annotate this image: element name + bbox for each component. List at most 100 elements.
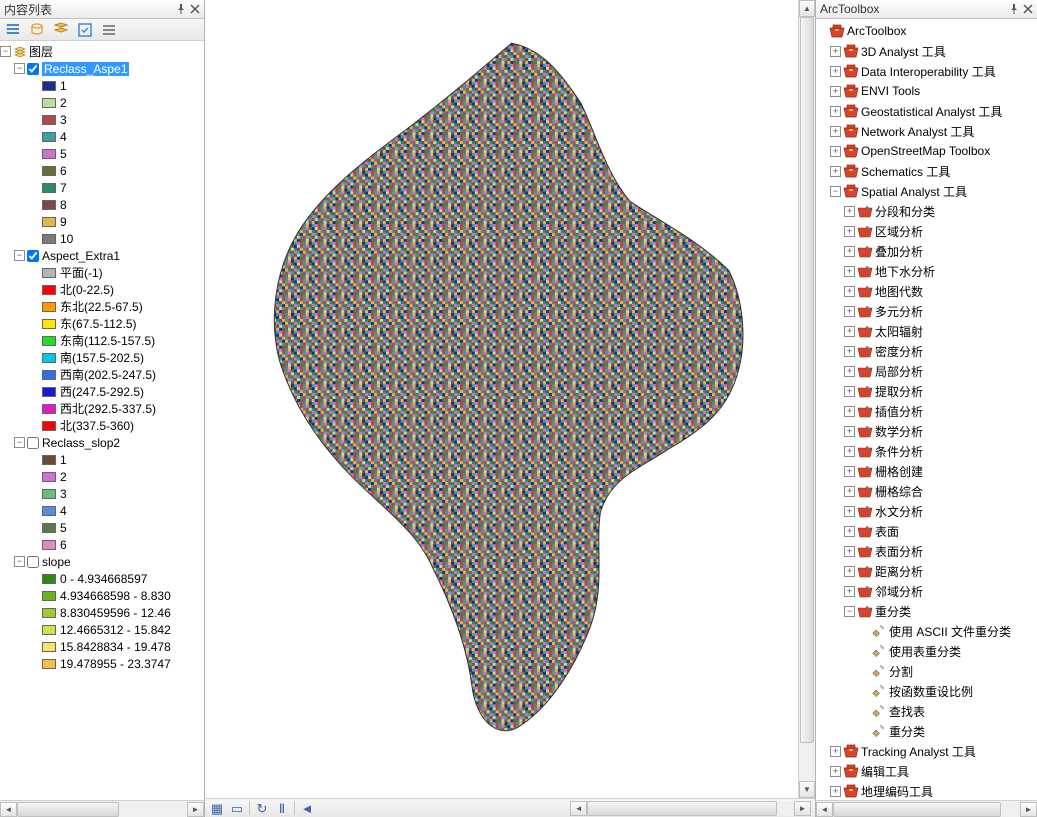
pin-icon[interactable] <box>1007 2 1021 16</box>
scroll-right-button[interactable]: ► <box>187 802 204 817</box>
scroll-thumb[interactable] <box>833 802 1001 817</box>
toolbox-item[interactable]: +3D Analyst 工具 <box>816 41 1037 61</box>
expander-icon[interactable]: + <box>844 466 855 477</box>
layer-reclass-slop2[interactable]: −Reclass_slop2 <box>0 434 204 451</box>
expander-icon[interactable]: + <box>844 426 855 437</box>
tool-item[interactable]: 使用 ASCII 文件重分类 <box>816 621 1037 641</box>
scroll-left-button[interactable]: ◄ <box>0 802 17 817</box>
vscroll-thumb[interactable] <box>800 17 814 743</box>
toolset-item[interactable]: +表面 <box>816 521 1037 541</box>
toolset-item[interactable]: +分段和分类 <box>816 201 1037 221</box>
toolset-item[interactable]: +密度分析 <box>816 341 1037 361</box>
expander-icon[interactable]: + <box>844 246 855 257</box>
close-icon[interactable] <box>1021 2 1035 16</box>
legend-item[interactable]: 4 <box>0 502 204 519</box>
toolset-item[interactable]: +栅格创建 <box>816 461 1037 481</box>
scroll-left-button[interactable]: ◄ <box>816 802 833 817</box>
legend-item[interactable]: 8 <box>0 196 204 213</box>
scroll-right-button[interactable]: ► <box>1020 802 1037 817</box>
scroll-track[interactable] <box>587 801 794 816</box>
expander-icon[interactable]: + <box>830 126 841 137</box>
list-by-selection-icon[interactable] <box>76 21 94 39</box>
expander-icon[interactable]: + <box>844 286 855 297</box>
toolbox-item[interactable]: +ENVI Tools <box>816 81 1037 101</box>
expander-icon[interactable]: + <box>844 266 855 277</box>
toolset-item[interactable]: +提取分析 <box>816 381 1037 401</box>
legend-item[interactable]: 4.934668598 - 8.830 <box>0 587 204 604</box>
tool-item[interactable]: 重分类 <box>816 721 1037 741</box>
legend-item[interactable]: 平面(-1) <box>0 264 204 281</box>
pin-icon[interactable] <box>174 2 188 16</box>
expander-icon[interactable]: + <box>830 746 841 757</box>
toolset-item[interactable]: +条件分析 <box>816 441 1037 461</box>
toolbox-item[interactable]: +OpenStreetMap Toolbox <box>816 141 1037 161</box>
toc-hscrollbar[interactable]: ◄ ► <box>0 800 204 817</box>
expander-icon[interactable]: − <box>830 186 841 197</box>
expander-icon[interactable]: − <box>14 63 25 74</box>
expander-icon[interactable]: + <box>844 406 855 417</box>
expander-icon[interactable]: − <box>844 606 855 617</box>
toolset-item[interactable]: +区域分析 <box>816 221 1037 241</box>
prev-button[interactable]: ◄ <box>299 800 315 816</box>
list-by-source-icon[interactable] <box>28 21 46 39</box>
legend-item[interactable]: 3 <box>0 485 204 502</box>
layer-reclass-aspe1[interactable]: −Reclass_Aspe1 <box>0 60 204 77</box>
layer-tree[interactable]: −图层−Reclass_Aspe112345678910−Aspect_Extr… <box>0 41 204 800</box>
toolset-item[interactable]: +叠加分析 <box>816 241 1037 261</box>
layer-checkbox[interactable] <box>27 556 39 568</box>
legend-item[interactable]: 2 <box>0 468 204 485</box>
legend-item[interactable]: 3 <box>0 111 204 128</box>
toolbox-item[interactable]: +编辑工具 <box>816 761 1037 781</box>
tool-item[interactable]: 按函数重设比例 <box>816 681 1037 701</box>
legend-item[interactable]: 6 <box>0 162 204 179</box>
vscroll-track[interactable] <box>799 17 815 781</box>
toolset-item[interactable]: +数学分析 <box>816 421 1037 441</box>
expander-icon[interactable]: − <box>0 46 11 57</box>
legend-item[interactable]: 4 <box>0 128 204 145</box>
expander-icon[interactable]: + <box>844 526 855 537</box>
legend-item[interactable]: 5 <box>0 145 204 162</box>
layer-checkbox[interactable] <box>27 250 39 262</box>
scroll-down-button[interactable]: ▼ <box>799 781 815 798</box>
legend-item[interactable]: 9 <box>0 213 204 230</box>
tool-item[interactable]: 查找表 <box>816 701 1037 721</box>
expander-icon[interactable]: + <box>844 326 855 337</box>
map-vscrollbar[interactable]: ▲ ▼ <box>798 0 815 798</box>
toolset-item[interactable]: +距离分析 <box>816 561 1037 581</box>
toolbox-item[interactable]: +Data Interoperability 工具 <box>816 61 1037 81</box>
legend-item[interactable]: 5 <box>0 519 204 536</box>
expander-icon[interactable]: + <box>844 366 855 377</box>
expander-icon[interactable]: + <box>844 206 855 217</box>
expander-icon[interactable]: + <box>830 46 841 57</box>
arctoolbox-root[interactable]: ArcToolbox <box>816 21 1037 41</box>
layer-checkbox[interactable] <box>27 437 39 449</box>
data-view-button[interactable]: ▦ <box>209 800 225 816</box>
toolset-item[interactable]: +地下水分析 <box>816 261 1037 281</box>
toolset-item[interactable]: +多元分析 <box>816 301 1037 321</box>
expander-icon[interactable]: + <box>844 386 855 397</box>
legend-item[interactable]: 19.478955 - 23.3747 <box>0 655 204 672</box>
tool-item[interactable]: 使用表重分类 <box>816 641 1037 661</box>
layer-slope[interactable]: −slope <box>0 553 204 570</box>
layout-view-button[interactable]: ▭ <box>229 800 245 816</box>
expander-icon[interactable]: + <box>830 766 841 777</box>
legend-item[interactable]: 西(247.5-292.5) <box>0 383 204 400</box>
scroll-left-button[interactable]: ◄ <box>570 801 587 816</box>
legend-item[interactable]: 15.8428834 - 19.478 <box>0 638 204 655</box>
expander-icon[interactable]: + <box>844 306 855 317</box>
expander-icon[interactable]: + <box>844 586 855 597</box>
toolset-item[interactable]: +栅格综合 <box>816 481 1037 501</box>
expander-icon[interactable]: − <box>14 250 25 261</box>
toolset-reclass[interactable]: −重分类 <box>816 601 1037 621</box>
expander-icon[interactable]: + <box>830 786 841 797</box>
close-icon[interactable] <box>188 2 202 16</box>
expander-icon[interactable]: + <box>830 66 841 77</box>
scroll-track[interactable] <box>17 802 187 817</box>
toolset-item[interactable]: +邻域分析 <box>816 581 1037 601</box>
tool-item[interactable]: 分割 <box>816 661 1037 681</box>
layer-aspect-extra1[interactable]: −Aspect_Extra1 <box>0 247 204 264</box>
toolbox-item[interactable]: +地理编码工具 <box>816 781 1037 800</box>
legend-item[interactable]: 1 <box>0 77 204 94</box>
legend-item[interactable]: 7 <box>0 179 204 196</box>
scroll-up-button[interactable]: ▲ <box>799 0 815 17</box>
